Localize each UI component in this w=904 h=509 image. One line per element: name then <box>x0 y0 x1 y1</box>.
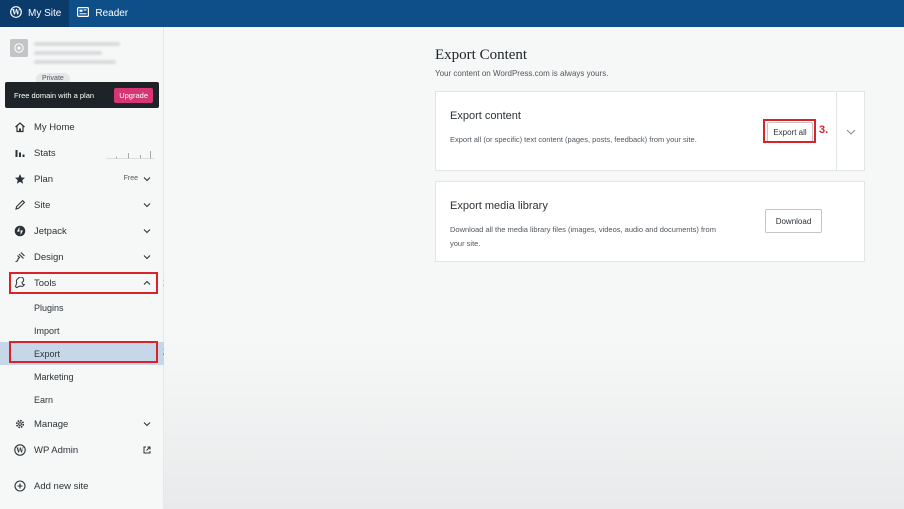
site-icon <box>10 39 28 57</box>
chevron-down-icon <box>143 203 151 208</box>
pencil-icon <box>14 199 26 211</box>
gear-icon <box>14 418 26 430</box>
promo-text: Free domain with a plan <box>14 90 95 100</box>
plus-circle-icon <box>14 480 26 492</box>
chevron-down-icon <box>143 422 151 427</box>
page-subtitle: Your content on WordPress.com is always … <box>435 69 609 78</box>
export-media-title: Export media library <box>450 200 548 212</box>
card-divider <box>836 92 837 170</box>
sidebar-item-label: Design <box>34 251 64 263</box>
add-new-site-button[interactable]: Add new site <box>0 473 164 499</box>
sidebar-subitem-marketing[interactable]: Marketing <box>0 365 164 388</box>
page-title: Export Content <box>435 47 528 63</box>
sidebar-item-jetpack[interactable]: Jetpack <box>0 218 164 244</box>
sidebar-item-label: Manage <box>34 418 69 430</box>
chevron-down-icon <box>143 255 151 260</box>
sidebar-item-wp-admin[interactable]: W WP Admin <box>0 437 164 463</box>
design-brush-icon <box>14 251 26 263</box>
stats-sparkline-icon <box>106 151 154 159</box>
star-icon <box>14 173 26 185</box>
sidebar-item-label: Site <box>34 199 51 211</box>
upgrade-button[interactable]: Upgrade <box>114 87 153 103</box>
reader-icon <box>77 7 95 20</box>
export-content-description: Export all (or specific) text content (p… <box>450 135 697 144</box>
jetpack-icon <box>14 225 26 237</box>
sidebar-item-design[interactable]: Design <box>0 244 164 270</box>
chevron-down-icon <box>143 229 151 234</box>
svg-text:W: W <box>11 8 20 17</box>
sidebar-subitem-earn[interactable]: Earn <box>0 388 164 411</box>
sidebar-item-site[interactable]: Site <box>0 192 164 218</box>
sidebar-item-my-home[interactable]: My Home <box>0 114 164 140</box>
sidebar-item-manage[interactable]: Manage <box>0 411 164 437</box>
sidebar-menu: My Home Stats Plan Free Site Jetpack Des… <box>0 114 164 499</box>
annotation-box-tools <box>9 272 158 294</box>
download-button[interactable]: Download <box>765 209 822 233</box>
export-media-description: Download all the media library files (im… <box>450 225 716 248</box>
annotation-box-export-all <box>763 119 816 143</box>
top-bar: W My Site Reader <box>0 0 904 27</box>
site-name-blurred <box>34 42 120 46</box>
chevron-down-icon <box>143 177 151 182</box>
wordpress-icon: W <box>14 444 26 456</box>
sidebar-item-plan[interactable]: Plan Free <box>0 166 164 192</box>
plan-name-note: Free <box>123 175 138 182</box>
sidebar-item-label: Stats <box>34 147 56 159</box>
svg-text:W: W <box>15 447 24 455</box>
sidebar-subitem-plugins[interactable]: Plugins <box>0 296 164 319</box>
home-icon <box>14 121 26 133</box>
export-media-card: Export media library Download all the me… <box>435 181 865 262</box>
sidebar-item-label: My Home <box>34 121 75 133</box>
site-url-blurred <box>34 51 102 55</box>
stats-icon <box>14 147 26 159</box>
reader-link[interactable]: Reader <box>69 0 136 27</box>
sidebar-item-label: WP Admin <box>34 444 79 456</box>
sidebar-item-label: Jetpack <box>34 225 67 237</box>
sidebar: Private Free domain with a plan Upgrade … <box>0 27 164 509</box>
sidebar-item-label: Plan <box>34 173 54 185</box>
my-site-link[interactable]: W My Site <box>0 0 70 27</box>
chevron-down-icon[interactable] <box>845 127 857 137</box>
free-domain-promo: Free domain with a plan Upgrade <box>5 82 159 108</box>
sidebar-item-label: Add new site <box>34 480 89 492</box>
wordpress-logo-icon: W <box>10 6 28 21</box>
main-content: Export Content Your content on WordPress… <box>164 27 904 509</box>
export-content-title: Export content <box>450 110 521 122</box>
reader-label: Reader <box>95 8 129 19</box>
annotation-box-export <box>9 341 158 363</box>
sidebar-subitem-import[interactable]: Import <box>0 319 164 342</box>
sidebar-item-stats[interactable]: Stats <box>0 140 164 166</box>
annotation-step-3: 3. <box>819 124 829 136</box>
site-domain-blurred <box>34 60 116 64</box>
my-site-label: My Site <box>28 8 62 19</box>
external-link-icon <box>143 446 151 454</box>
